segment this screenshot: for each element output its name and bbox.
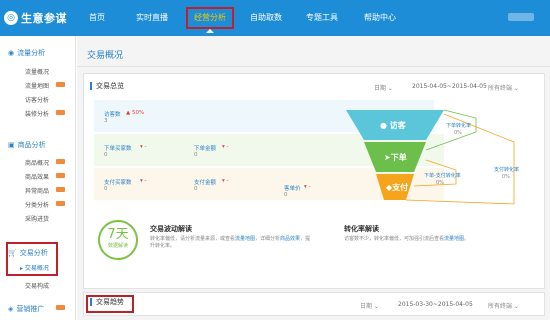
funnel-stage-order: ➤下单 <box>384 152 407 163</box>
metric-visitors-change-value: 50% <box>131 110 145 116</box>
cursor-icon: ➤ <box>384 153 391 162</box>
sidebar-group-traffic[interactable]: ◉ 流量分析 <box>8 48 45 58</box>
sidebar-item-traffic-map[interactable]: 流量地图 <box>25 81 49 90</box>
conv-interpretation-title: 转化率解读 <box>344 225 379 233</box>
wave-interpretation-text: 转化率偏低，请分析流量来源，或查看流量地图，详细分析商品效果，提升转化率。 <box>150 236 314 250</box>
new-badge <box>56 201 65 206</box>
conv-text: 访客数不少，转化率偏低，可加强引流后查看 <box>344 236 445 242</box>
nav-self-service[interactable]: 自助取数 <box>246 0 286 36</box>
metric-unit-price-change: ▾ - <box>304 184 311 190</box>
wave-interpretation-title: 交易波动解读 <box>150 225 192 233</box>
sidebar-item-category[interactable]: 分类分析 <box>25 200 49 209</box>
badge-number: 7天 <box>107 227 129 242</box>
trend-date-label: 日期 ⌄ <box>360 303 379 310</box>
nav-active-caret <box>206 29 214 33</box>
sidebar-item-visitor[interactable]: 访客分析 <box>25 95 49 104</box>
new-badge <box>56 173 65 178</box>
sidebar-group-marketing[interactable]: ◈ 营销推广 <box>8 304 44 314</box>
metric-pay-amount-label: 支付金额 <box>194 180 217 186</box>
conv-order-value: 0% <box>454 130 462 136</box>
conv-order-pay-label: 下单-支付转化率 <box>424 173 461 179</box>
sidebar-item-abnormal-product[interactable]: 异常商品 <box>25 186 49 195</box>
sidebar-group-label: 商品分析 <box>17 141 46 149</box>
overview-graphic <box>94 100 515 205</box>
section-heading: 交易趋势 <box>90 298 124 306</box>
metric-order-buyers-value: 0 <box>104 152 108 158</box>
nav-tools[interactable]: 专题工具 <box>302 0 342 36</box>
app-logo[interactable]: ◎ 生意参谋 <box>4 8 67 28</box>
new-badge <box>56 305 65 310</box>
new-badge <box>56 82 65 87</box>
link-traffic-map-2[interactable]: 流量地图 <box>444 236 464 242</box>
sidebar-item-purchase[interactable]: 采购进货 <box>25 214 49 223</box>
sidebar-item-traffic-overview[interactable]: 流量概况 <box>25 67 49 76</box>
page-title: 交易概况 <box>87 51 124 61</box>
conv-text-end: 。 <box>464 236 470 242</box>
new-badge <box>56 187 65 192</box>
bag-icon: ▣ <box>8 141 15 149</box>
new-badge <box>56 159 65 164</box>
conv-interpretation-text: 访客数不少，转化率偏低，可加强引流后查看流量地图。 <box>344 236 534 243</box>
funnel-stage-label: 支付 <box>392 183 409 192</box>
nav-realtime[interactable]: 实时直播 <box>132 0 172 36</box>
sidebar-item-product-effect[interactable]: 商品效果 <box>25 172 49 181</box>
funnel-stage-pay: ◆支付 <box>386 182 408 193</box>
conv-pay-value: 0% <box>502 174 510 180</box>
badge-caption: 数据解读 <box>107 243 128 249</box>
trend-date-label-text: 日期 <box>360 303 373 310</box>
conv-pay-label: 支付转化率 <box>494 167 520 173</box>
metric-order-buyers-change: ▾ - <box>140 144 147 150</box>
divider <box>77 66 550 67</box>
metric-pay-buyers-label: 支付买家数 <box>104 180 132 186</box>
metric-pay-buyers-value: 0 <box>104 186 108 192</box>
conv-order-pay-value: 0% <box>436 180 444 186</box>
wave-text-2: ，详细分析 <box>255 236 281 242</box>
metric-visitors-value: 3 <box>104 118 108 124</box>
logo-icon: ◎ <box>4 11 18 25</box>
new-badge <box>56 110 65 115</box>
link-traffic-map[interactable]: 流量地图 <box>235 236 255 242</box>
sidebar-item-decoration[interactable]: 装修分析 <box>25 109 49 118</box>
sidebar-group-label: 营销推广 <box>16 305 45 313</box>
nav-help[interactable]: 帮助中心 <box>360 0 400 36</box>
metric-unit-price-value: 0 <box>284 192 288 198</box>
funnel-stage-label: 下单 <box>390 153 407 162</box>
metric-visitors-label: 访客数 <box>104 112 121 118</box>
metric-pay-amount-value: 0 <box>194 186 198 192</box>
sidebar-group-product[interactable]: ▣ 商品分析 <box>8 140 46 150</box>
app-name: 生意参谋 <box>21 12 67 25</box>
trade-trend-panel: 交易趋势 日期 ⌄ 2015-03-30~2015-04-05 所有终端 ⌄ <box>83 292 545 316</box>
user-icon: ● <box>380 121 387 130</box>
metric-order-amount-label: 下单金额 <box>194 146 217 152</box>
top-nav-bar: ◎ 生意参谋 首页 实时直播 经营分析 自助取数 专题工具 帮助中心 <box>0 0 550 36</box>
wave-text-1: 转化率偏低，请分析流量来源，或查看 <box>150 236 236 242</box>
metric-visitors-change: ▲ 50% <box>126 110 145 116</box>
metric-pay-amount-change: ▾ - <box>222 178 229 184</box>
user-account[interactable] <box>508 13 534 21</box>
nav-home[interactable]: 首页 <box>84 0 110 36</box>
funnel-stage-label: 访客 <box>389 121 406 130</box>
eye-icon: ◉ <box>8 49 15 57</box>
conv-order-label: 下单转化率 <box>446 123 472 129</box>
sidebar-item-trade-composition[interactable]: 交易构成 <box>25 281 49 290</box>
sidebar-item-product-overview[interactable]: 商品概况 <box>25 158 49 167</box>
link-product-effect[interactable]: 商品效果 <box>280 236 300 242</box>
sidebar-highlight-box <box>6 242 58 276</box>
sidebar-group-label: 流量分析 <box>17 49 46 57</box>
trend-terminal-label: 所有终端 <box>488 303 513 310</box>
metric-order-buyers-label: 下单买家数 <box>104 146 132 152</box>
metric-order-amount-change: ▾ - <box>222 144 229 150</box>
metric-unit-price-label: 客单价 <box>284 186 301 192</box>
funnel-stage-visit: ● 访客 <box>380 120 406 131</box>
nav-highlight-box <box>186 7 234 29</box>
sidebar: ◉ 流量分析 流量概况 流量地图 访客分析 装修分析 ▣ 商品分析 商品概况 商… <box>0 36 76 320</box>
megaphone-icon: ◈ <box>8 305 14 313</box>
main-content: 交易概况 交易总览 日期 ⌄ 2015-04-05~2015-04-05 所有终… <box>77 36 550 320</box>
trend-date-range[interactable]: 2015-03-30~2015-04-05 <box>398 301 473 308</box>
interpretation-badge[interactable]: 7天 数据解读 <box>98 220 138 260</box>
metric-pay-buyers-change: ▾ - <box>140 178 147 184</box>
trend-terminal-select[interactable]: 所有终端 ⌄ <box>488 301 519 310</box>
trade-overview-panel: 交易总览 日期 ⌄ 2015-04-05~2015-04-05 所有终端 ⌄ 访… <box>83 73 545 289</box>
metric-order-amount-value: 0 <box>194 152 198 158</box>
